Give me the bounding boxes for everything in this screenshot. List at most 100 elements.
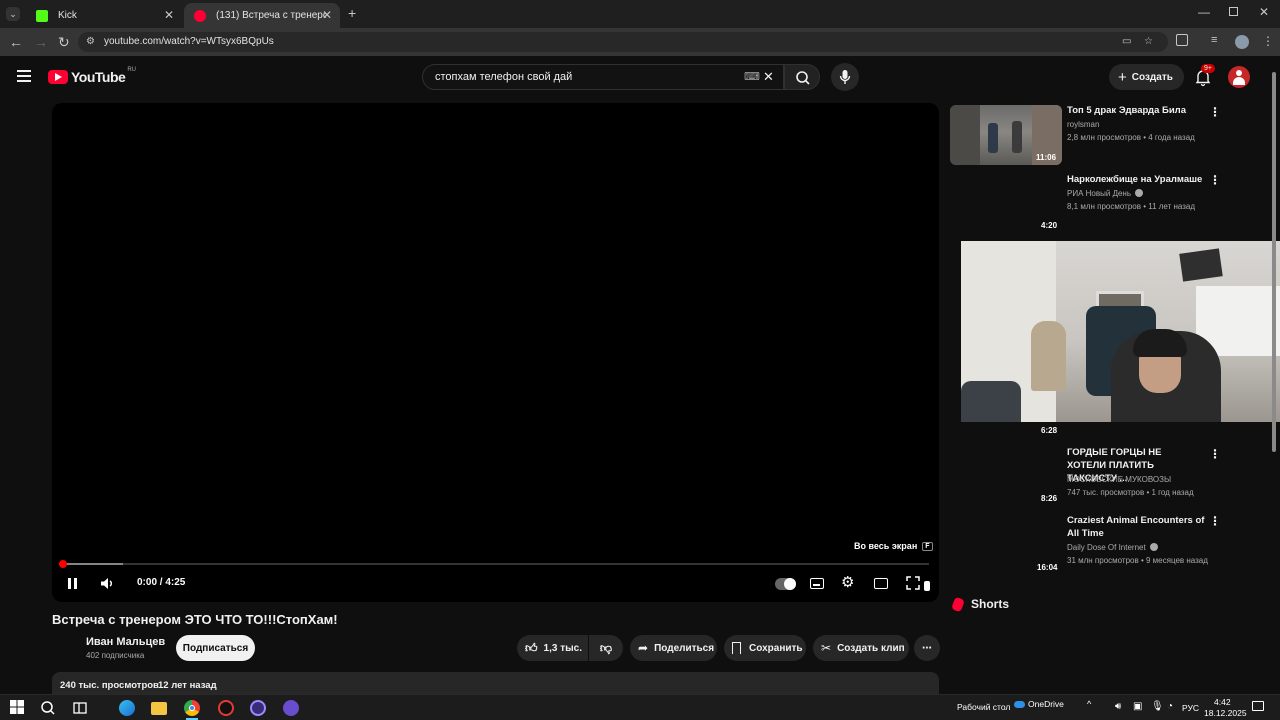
browser-menu-icon[interactable]: ⋮ xyxy=(1262,34,1274,48)
progress-fill xyxy=(62,563,123,565)
fullscreen-icon[interactable] xyxy=(906,576,920,590)
theater-mode-icon[interactable] xyxy=(874,578,888,589)
share-button[interactable]: ➦ Поделиться xyxy=(630,635,717,661)
fullscreen-key: F xyxy=(922,541,933,551)
shorts-header[interactable]: Shorts xyxy=(951,596,1010,612)
tab-title: Kick xyxy=(58,10,77,21)
more-actions-button[interactable]: ⋯ xyxy=(914,635,940,661)
rec-menu-icon[interactable]: ⋮ xyxy=(1209,173,1221,187)
back-icon[interactable]: ← xyxy=(9,34,23,50)
rec-channel[interactable]: РИА Новый День xyxy=(1067,188,1144,199)
shorts-label: Shorts xyxy=(971,597,1010,611)
channel-avatar[interactable] xyxy=(52,638,76,662)
video-duration: 16:04 xyxy=(1037,563,1058,572)
bookmark-star-icon[interactable]: ☆ xyxy=(1144,32,1153,52)
file-explorer-icon[interactable] xyxy=(151,702,167,715)
microphone-icon xyxy=(839,70,851,84)
search-button[interactable] xyxy=(784,64,820,90)
progress-bar[interactable] xyxy=(59,560,929,568)
voice-search-button[interactable] xyxy=(831,63,859,91)
restore-icon[interactable] xyxy=(1229,7,1238,16)
upload-age: 12 лет назад xyxy=(158,680,217,691)
video-title: Встреча с тренером ЭТО ЧТО ТО!!!СтопХам! xyxy=(52,612,338,627)
close-icon[interactable]: ✕ xyxy=(322,8,332,22)
subscribe-label: Подписаться xyxy=(182,642,249,654)
rec-title[interactable]: Топ 5 драк Эдварда Била xyxy=(1067,104,1202,117)
forward-icon[interactable]: → xyxy=(34,34,48,50)
site-info-icon[interactable]: ⚙ xyxy=(86,32,95,52)
keyboard-icon[interactable]: ⌨ xyxy=(744,65,760,89)
app-icon[interactable] xyxy=(250,700,266,716)
progress-handle[interactable] xyxy=(59,560,67,568)
account-avatar[interactable] xyxy=(1228,66,1250,88)
tab-youtube[interactable]: (131) Встреча с тренером ЭТО ✕ xyxy=(184,3,340,28)
app-icon[interactable] xyxy=(283,700,299,716)
tab-search-icon[interactable]: ⌄ xyxy=(6,7,20,21)
rec-title[interactable]: Нарколежбище на Уралмаше xyxy=(1067,173,1207,186)
subtitles-icon[interactable] xyxy=(810,578,824,589)
edge-icon[interactable] xyxy=(119,700,135,716)
subscribe-button[interactable]: Подписаться xyxy=(176,635,255,661)
extensions-icon[interactable] xyxy=(1176,34,1188,46)
page-scrollbar[interactable] xyxy=(1271,62,1277,692)
tray-chevron-icon[interactable]: ^ xyxy=(1087,699,1091,709)
task-view-icon[interactable] xyxy=(72,700,88,716)
chrome-icon[interactable] xyxy=(184,700,200,716)
dislike-button[interactable]: 👎︎ xyxy=(589,635,623,661)
profile-avatar[interactable] xyxy=(1235,35,1249,49)
rec-menu-icon[interactable]: ⋮ xyxy=(1209,514,1221,528)
clear-search-icon[interactable]: ✕ xyxy=(763,65,774,89)
save-button[interactable]: Сохранить xyxy=(724,635,806,661)
pause-icon[interactable] xyxy=(68,578,78,589)
rec-channel[interactable]: Daily Dose Of Internet xyxy=(1067,542,1158,553)
logo-text: YouTube xyxy=(71,69,126,85)
like-button[interactable]: 👍︎ 1,3 тыс. xyxy=(517,635,588,661)
language-indicator[interactable]: РУС xyxy=(1182,703,1199,713)
autoplay-toggle[interactable] xyxy=(775,578,796,590)
onedrive-item[interactable]: OneDrive xyxy=(1014,699,1064,709)
search-input[interactable]: стопхам телефон свой дай ⌨ ✕ xyxy=(422,64,784,90)
minimize-icon[interactable]: — xyxy=(1198,5,1210,19)
clip-button[interactable]: ✂ Создать клип xyxy=(813,635,909,661)
volume-icon[interactable] xyxy=(100,577,114,590)
video-duration: 11:06 xyxy=(1036,153,1057,162)
reload-icon[interactable]: ↻ xyxy=(58,34,70,50)
app-icon[interactable] xyxy=(218,700,234,716)
windows-start-icon[interactable] xyxy=(10,700,26,716)
youtube-logo[interactable]: YouTube RU xyxy=(48,67,136,85)
clock-time[interactable]: 4:42 xyxy=(1214,697,1231,707)
rec-title[interactable]: Craziest Animal Encounters of All Time xyxy=(1067,514,1207,540)
new-tab-icon[interactable]: + xyxy=(348,5,356,21)
video-player[interactable]: Во весь экран F 0:00 / 4:25 ⚙ xyxy=(52,103,939,602)
network-icon[interactable]: ▣ xyxy=(1133,701,1142,712)
guide-menu-icon[interactable] xyxy=(17,70,31,82)
scrollbar-thumb[interactable] xyxy=(1272,72,1276,452)
mouse-cursor xyxy=(923,580,931,592)
settings-gear-icon[interactable]: ⚙ xyxy=(841,575,854,590)
reading-list-icon[interactable]: ≡ xyxy=(1211,34,1217,46)
url-field[interactable]: ⚙ youtube.com/watch?v=WTsyx6BQpUs ▭ ☆ xyxy=(78,32,1168,52)
rec-channel[interactable]: roylsman xyxy=(1067,119,1099,130)
wifi-icon[interactable]: ◔ xyxy=(1167,701,1173,712)
tab-kick[interactable]: Kick ✕ xyxy=(26,3,182,28)
clock-date[interactable]: 18.12.2025 xyxy=(1204,708,1247,718)
rec-menu-icon[interactable]: ⋮ xyxy=(1209,447,1221,461)
kick-icon xyxy=(36,9,48,22)
install-icon[interactable]: ▭ xyxy=(1122,32,1131,52)
close-icon[interactable]: ✕ xyxy=(164,8,174,22)
search-icon[interactable] xyxy=(40,700,56,716)
url-text: youtube.com/watch?v=WTsyx6BQpUs xyxy=(104,36,274,47)
plus-icon: + xyxy=(1118,68,1127,86)
close-window-icon[interactable]: ✕ xyxy=(1259,5,1269,19)
desktop-label[interactable]: Рабочий стол xyxy=(957,702,1010,712)
microphone-icon[interactable]: 🎙︎ xyxy=(1151,701,1164,712)
share-icon: ➦ xyxy=(638,641,649,655)
rec-menu-icon[interactable]: ⋮ xyxy=(1209,105,1221,119)
create-button[interactable]: + Создать xyxy=(1109,64,1184,90)
notifications-button[interactable]: 9+ xyxy=(1192,64,1215,88)
channel-name[interactable]: Иван Мальцев xyxy=(86,636,165,648)
shorts-icon xyxy=(951,596,965,612)
rec-channel[interactable]: МОСКОВСКИЕ МУКОВОЗЫ xyxy=(1067,474,1171,485)
notification-center-icon[interactable] xyxy=(1252,701,1264,711)
volume-icon[interactable]: 🔊︎ xyxy=(1115,701,1121,712)
